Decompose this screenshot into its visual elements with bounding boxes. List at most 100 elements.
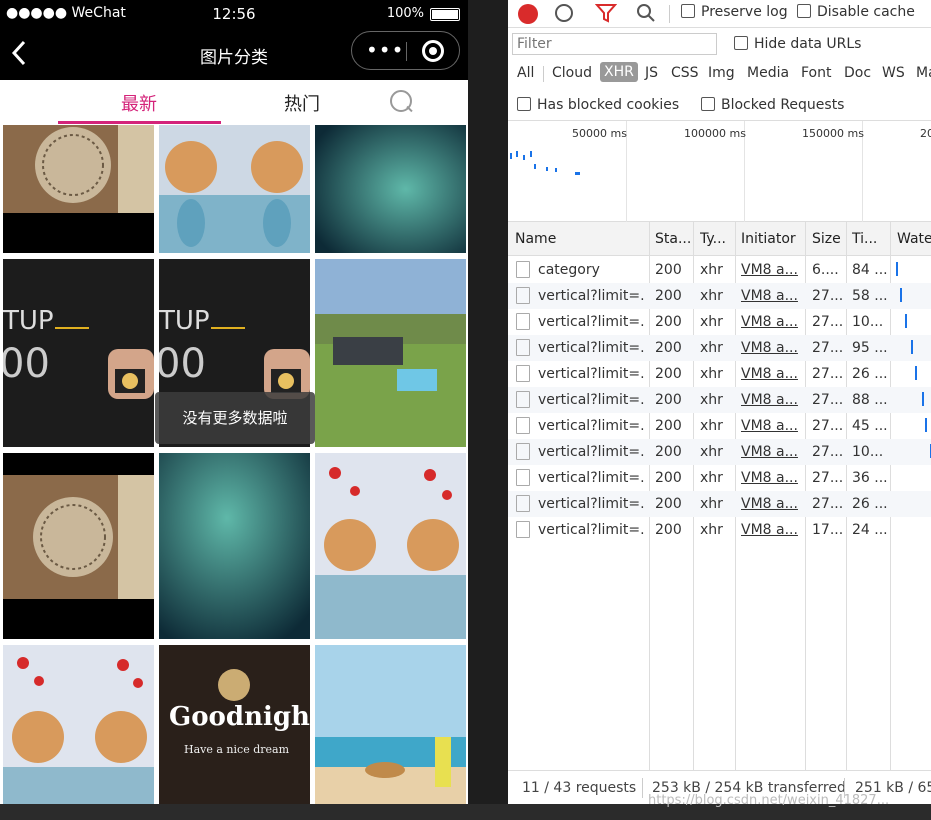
status-bar: ●●●●● WeChat 12:56 100%	[0, 0, 468, 28]
timeline-overview[interactable]: 50000 ms 100000 ms 150000 ms 20	[508, 121, 931, 222]
request-type: xhr	[700, 444, 723, 460]
column-size[interactable]: Size	[812, 231, 846, 247]
request-name: vertical?limit=...	[538, 392, 646, 408]
table-row[interactable]: vertical?limit=... 200 xhr VM8 a... 27... 88 …	[508, 387, 931, 413]
clear-icon[interactable]	[555, 4, 573, 22]
image-grid: TUP 00 TUP 00 Goodnight Have a nice dream	[0, 125, 468, 804]
column-time[interactable]: Ti...	[852, 231, 892, 247]
image-thumb-microphone[interactable]	[3, 125, 154, 253]
checkbox-icon	[681, 4, 695, 18]
filter-funnel-icon[interactable]	[594, 3, 618, 27]
type-filter-ws[interactable]: WS	[882, 65, 905, 81]
table-row[interactable]: category 200 xhr VM8 a... 6.... 84 ...	[508, 257, 931, 283]
checkbox-icon	[517, 97, 531, 111]
type-filter-media[interactable]: Media	[747, 65, 789, 81]
search-icon[interactable]	[390, 90, 412, 112]
table-row[interactable]: vertical?limit=... 200 xhr VM8 a... 17... 24 …	[508, 517, 931, 543]
type-filter-img[interactable]: Img	[708, 65, 735, 81]
type-filter-all[interactable]: All	[517, 65, 534, 81]
request-type: xhr	[700, 262, 723, 278]
table-row[interactable]: vertical?limit=... 200 xhr VM8 a... 27... 26 …	[508, 491, 931, 517]
network-toolbar: Preserve log Disable cache	[508, 0, 931, 28]
column-name[interactable]: Name	[515, 231, 645, 247]
disable-cache-checkbox[interactable]: Disable cache	[797, 4, 915, 20]
type-filter-doc[interactable]: Doc	[844, 65, 871, 81]
column-initiator[interactable]: Initiator	[741, 231, 807, 247]
request-status: 200	[655, 366, 682, 382]
blocked-requests-checkbox[interactable]: Blocked Requests	[701, 97, 844, 113]
waterfall-bar	[896, 262, 898, 276]
image-thumb-cats[interactable]	[159, 125, 310, 253]
request-initiator[interactable]: VM8 a...	[741, 470, 801, 486]
table-row[interactable]: vertical?limit=... 200 xhr VM8 a... 27... 58 …	[508, 283, 931, 309]
column-status[interactable]: Sta...	[655, 231, 695, 247]
filter-input[interactable]	[512, 33, 717, 55]
waterfall-bar	[915, 366, 917, 380]
request-status: 200	[655, 314, 682, 330]
request-type: xhr	[700, 314, 723, 330]
request-size: 6....	[812, 262, 839, 278]
file-icon	[516, 495, 530, 512]
type-filter-manifest[interactable]: Ma	[916, 65, 931, 81]
request-initiator[interactable]: VM8 a...	[741, 288, 801, 304]
type-filter-font[interactable]: Font	[801, 65, 831, 81]
column-type[interactable]: Ty...	[700, 231, 736, 247]
more-icon[interactable]: •••	[366, 40, 404, 60]
image-thumb-beach[interactable]	[315, 645, 466, 804]
record-icon[interactable]	[518, 4, 538, 24]
image-thumb-house[interactable]	[315, 259, 466, 447]
request-size: 27...	[812, 444, 844, 460]
type-filter-cloud[interactable]: Cloud	[552, 65, 592, 81]
timeline-tick: 50000 ms	[572, 127, 627, 140]
image-thumb-cats-hearts[interactable]	[315, 453, 466, 639]
type-filter-xhr[interactable]: XHR	[600, 62, 638, 82]
battery-percent: 100%	[386, 6, 424, 21]
table-row[interactable]: vertical?limit=... 200 xhr VM8 a... 27... 95 …	[508, 335, 931, 361]
hide-data-urls-checkbox[interactable]: Hide data URLs	[734, 36, 861, 52]
tab-hot[interactable]: 热门	[222, 90, 382, 116]
image-thumb-goodnight[interactable]: Goodnight Have a nice dream	[159, 645, 310, 804]
image-thumb-flashlight[interactable]: TUP 00	[3, 259, 154, 447]
image-thumb-nebula-2[interactable]	[159, 453, 310, 639]
image-thumb-nebula[interactable]	[315, 125, 466, 253]
svg-text:00: 00	[3, 341, 50, 387]
request-initiator[interactable]: VM8 a...	[741, 340, 801, 356]
type-filter-css[interactable]: CSS	[671, 65, 699, 81]
network-panel: Preserve log Disable cache Hide data URL…	[508, 0, 931, 804]
table-row[interactable]: vertical?limit=... 200 xhr VM8 a... 27... 10.…	[508, 439, 931, 465]
search-icon[interactable]	[636, 3, 656, 27]
request-initiator[interactable]: VM8 a...	[741, 522, 801, 538]
request-initiator[interactable]: VM8 a...	[741, 314, 801, 330]
image-thumb-microphone-2[interactable]	[3, 453, 154, 639]
request-initiator[interactable]: VM8 a...	[741, 496, 801, 512]
file-icon	[516, 313, 530, 330]
request-status: 200	[655, 522, 682, 538]
table-row[interactable]: vertical?limit=... 200 xhr VM8 a... 27... 26 …	[508, 361, 931, 387]
request-type: xhr	[700, 418, 723, 434]
image-thumb-cats-hearts-2[interactable]	[3, 645, 154, 804]
request-size: 17...	[812, 522, 844, 538]
request-name: vertical?limit=...	[538, 496, 646, 512]
file-icon	[516, 391, 530, 408]
preserve-log-checkbox[interactable]: Preserve log	[681, 4, 788, 20]
request-initiator[interactable]: VM8 a...	[741, 262, 801, 278]
request-type: xhr	[700, 366, 723, 382]
request-initiator[interactable]: VM8 a...	[741, 418, 801, 434]
type-filter-js[interactable]: JS	[645, 65, 658, 81]
request-initiator[interactable]: VM8 a...	[741, 366, 801, 382]
tab-latest[interactable]: 最新	[59, 90, 219, 116]
request-status: 200	[655, 418, 682, 434]
footer-divider	[642, 778, 643, 798]
request-initiator[interactable]: VM8 a...	[741, 444, 801, 460]
request-size: 27...	[812, 340, 844, 356]
close-miniprogram-icon[interactable]	[422, 40, 444, 62]
navigation-bar: 图片分类 •••	[0, 28, 468, 80]
table-row[interactable]: vertical?limit=... 200 xhr VM8 a... 27... 45 …	[508, 413, 931, 439]
request-size: 27...	[812, 392, 844, 408]
table-row[interactable]: vertical?limit=... 200 xhr VM8 a... 27... 10.…	[508, 309, 931, 335]
column-waterfall[interactable]: Water	[897, 231, 931, 247]
request-initiator[interactable]: VM8 a...	[741, 392, 801, 408]
table-row[interactable]: vertical?limit=... 200 xhr VM8 a... 27... 36 …	[508, 465, 931, 491]
has-blocked-cookies-checkbox[interactable]: Has blocked cookies	[517, 97, 679, 113]
request-status: 200	[655, 496, 682, 512]
